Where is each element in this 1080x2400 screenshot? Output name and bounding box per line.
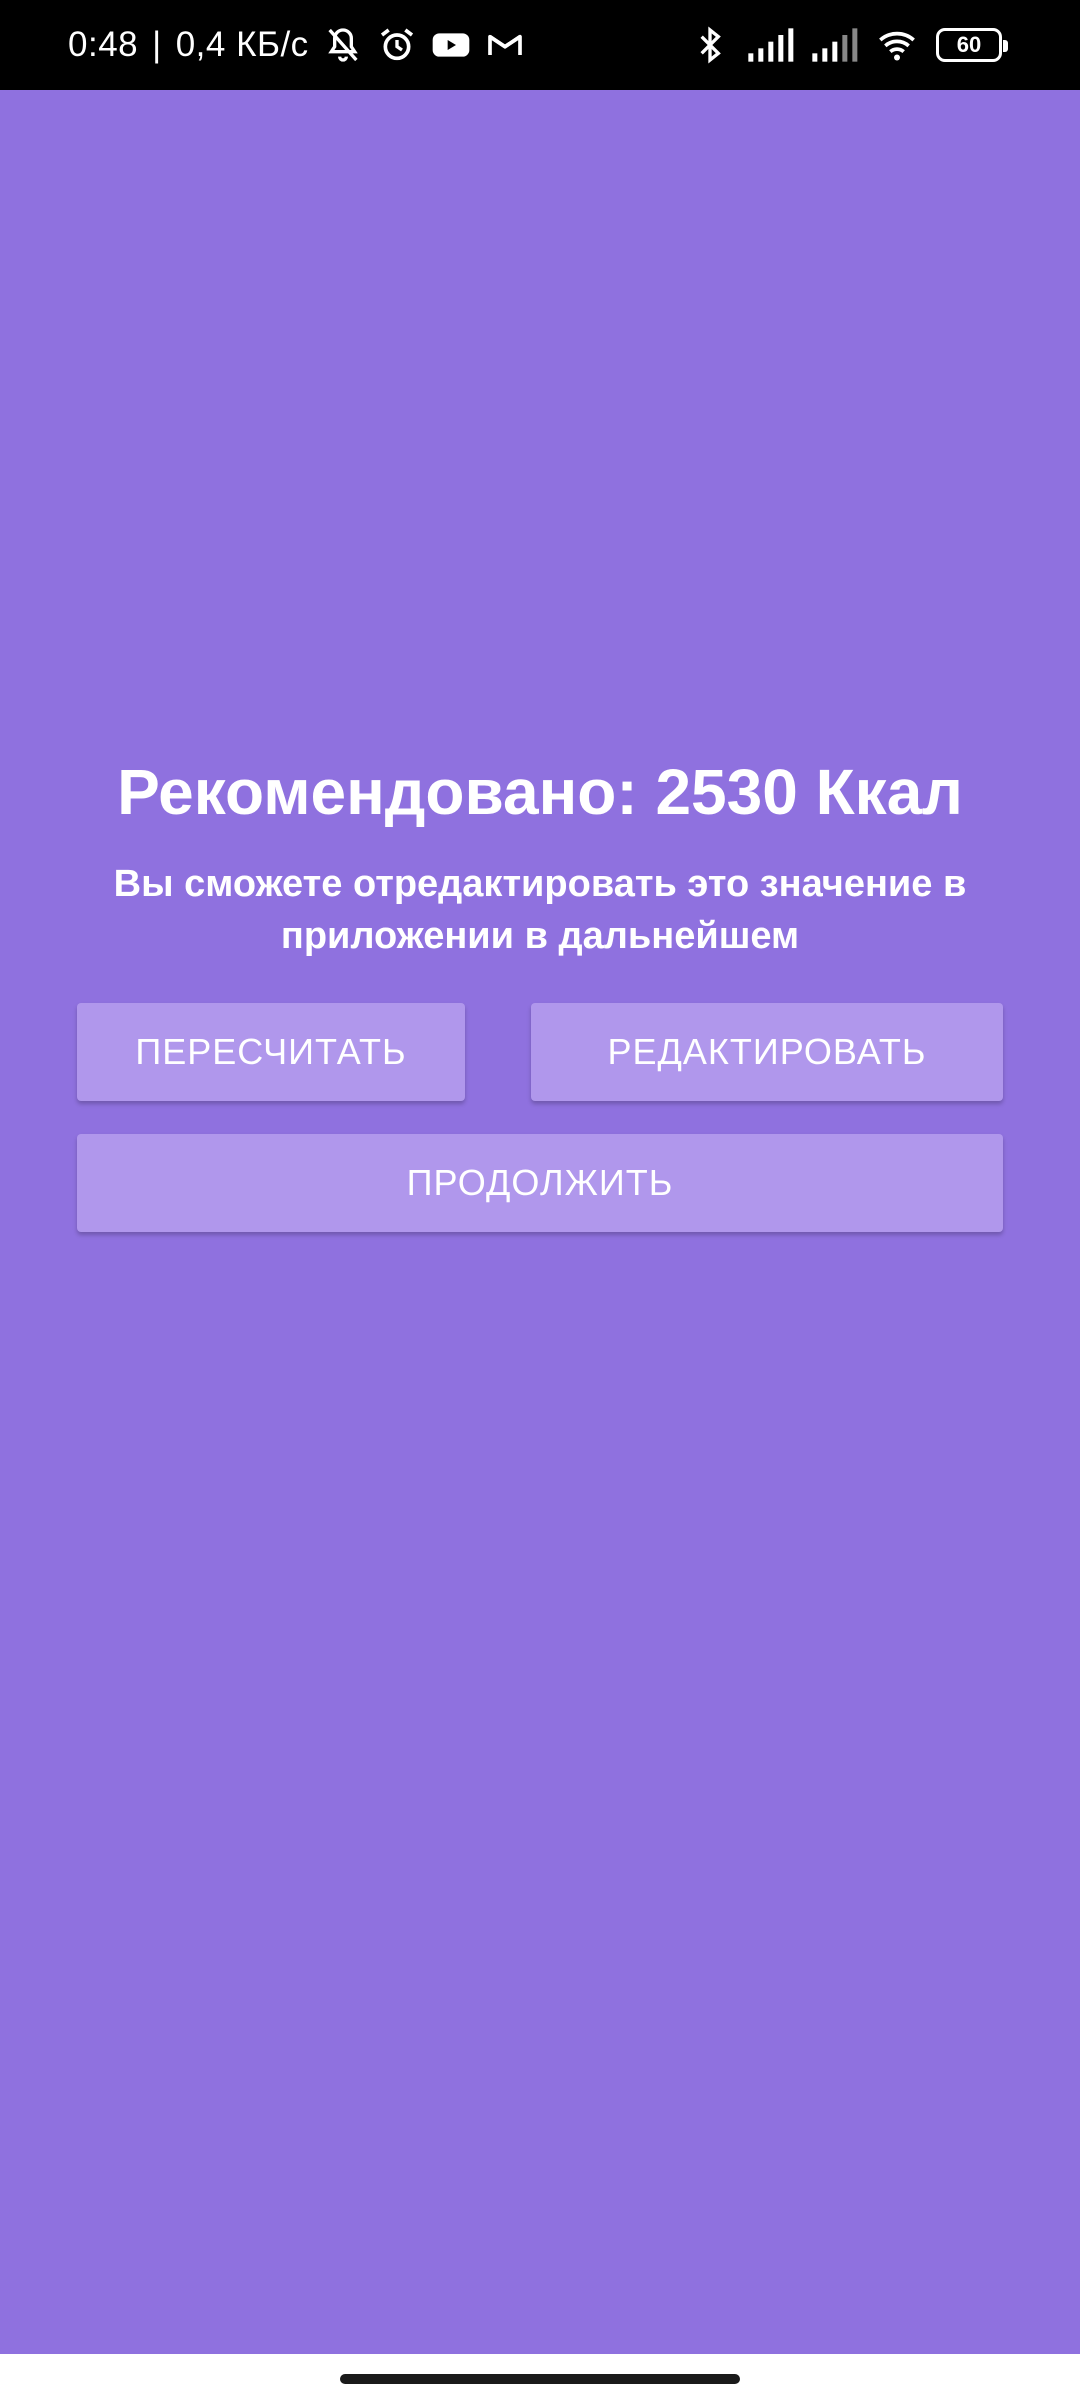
status-bar: 0:48 | 0,4 КБ/с 60 — [0, 0, 1080, 90]
wifi-icon — [874, 25, 920, 65]
signal-icon — [746, 25, 794, 65]
edit-later-note: Вы сможете отредактировать это значение … — [113, 863, 967, 957]
bell-off-icon — [323, 25, 363, 65]
edit-button[interactable]: РЕДАКТИРОВАТЬ — [531, 1003, 1003, 1101]
bluetooth-icon — [690, 25, 730, 65]
status-bar-left: 0:48 | 0,4 КБ/с — [68, 0, 525, 90]
status-network-speed: 0,4 КБ/с — [175, 25, 309, 64]
navigation-bar — [0, 2354, 1080, 2400]
signal-icon — [810, 25, 858, 65]
alarm-icon — [377, 25, 417, 65]
status-bar-right: 60 — [690, 0, 1008, 90]
recalculate-button[interactable]: ПЕРЕСЧИТАТЬ — [77, 1003, 465, 1101]
status-separator: | — [152, 25, 162, 64]
battery-indicator: 60 — [936, 28, 1008, 62]
status-time: 0:48 — [68, 25, 139, 64]
battery-level: 60 — [956, 32, 982, 57]
gmail-icon — [485, 25, 525, 65]
home-gesture-handle[interactable] — [340, 2374, 740, 2384]
continue-button[interactable]: ПРОДОЛЖИТЬ — [77, 1134, 1003, 1232]
recommended-calories-title: Рекомендовано: 2530 Ккал — [117, 756, 963, 828]
screen: 0:48 | 0,4 КБ/с 60 Рекомендовано: 2530 К… — [0, 0, 1080, 2400]
youtube-icon — [431, 25, 471, 65]
